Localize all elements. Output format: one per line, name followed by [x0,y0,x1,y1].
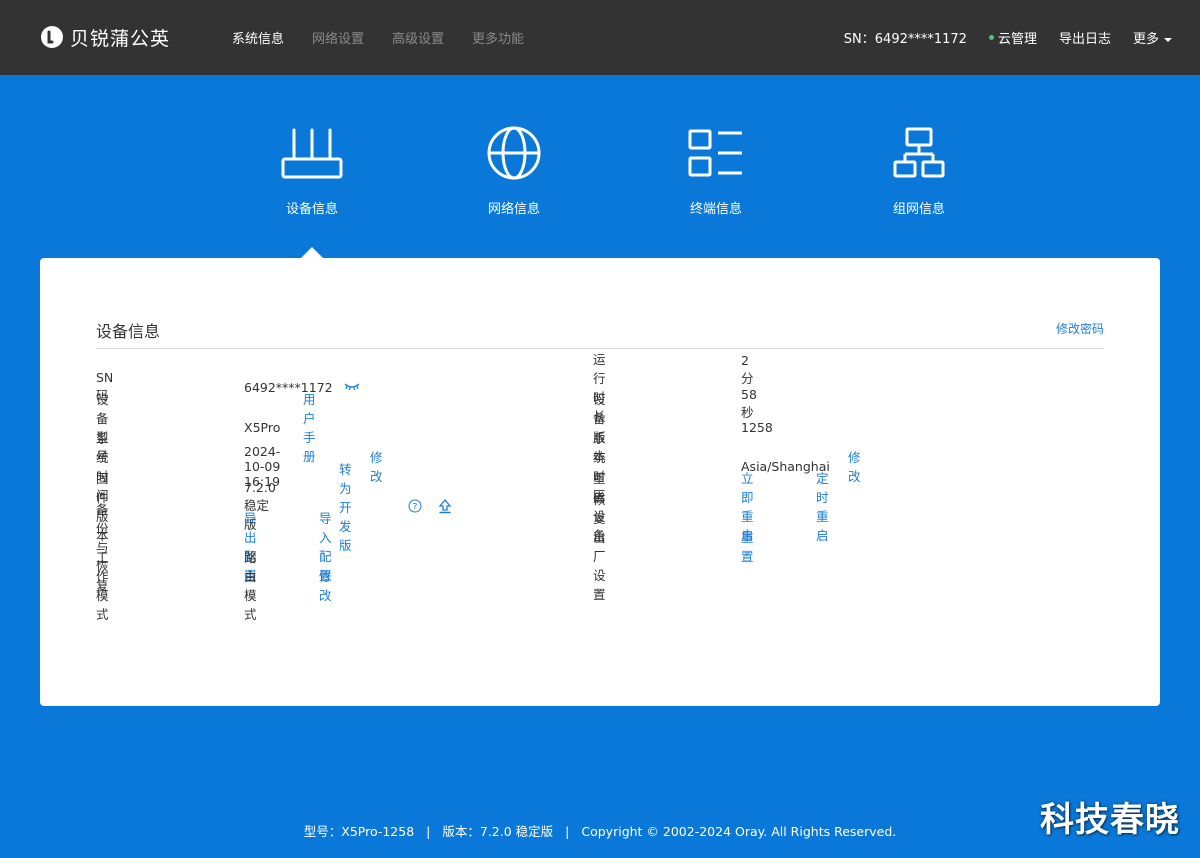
active-category-pointer [301,247,323,258]
more-menu[interactable]: 更多 [1133,28,1172,47]
uptime-value: 2分 58秒 [741,353,757,420]
category-label: 设备信息 [285,202,338,217]
nav-advanced-settings[interactable]: 高级设置 [392,28,444,47]
category-label: 网络信息 [487,202,540,217]
nav-system-info[interactable]: 系统信息 [232,28,284,47]
edit-timezone-link[interactable]: 修改 [848,447,861,485]
network-topology-icon [893,127,945,178]
category-network-info[interactable]: 网络信息 [444,126,584,217]
top-bar: 贝锐蒲公英 系统信息 网络设置 高级设置 更多功能 SN：6492****117… [0,0,1200,75]
reset-link[interactable]: 重置 [741,527,754,565]
caret-down-icon [1164,37,1172,42]
router-icon [281,128,343,179]
footer: 型号：X5Pro-1258 | 版本：7.2.0 稳定版 | Copyright © 2… [0,821,1200,840]
main-nav: 系统信息 网络设置 高级设置 更多功能 [232,28,524,47]
sn-display: SN：6492****1172 [843,32,967,47]
footer-copyright: Copyright © 2002-2024 Oray. All Rights R… [581,824,897,839]
category-device-info[interactable]: 设备信息 [242,126,382,217]
watermark: 科技春晓 [1040,800,1180,840]
upload-firmware-icon[interactable] [438,498,452,514]
globe-icon [487,126,541,180]
footer-separator: | [565,824,570,839]
online-status-dot [988,35,994,40]
factory-reset-label: 恢复出厂设置 [593,492,606,602]
footer-model: 型号：X5Pro-1258 [303,824,415,839]
sn-value: 6492****1172 [244,379,333,395]
list-icon [688,129,742,177]
nav-network-settings[interactable]: 网络设置 [312,28,364,47]
footer-separator: | [426,824,431,839]
logo[interactable]: 贝锐蒲公英 [40,24,170,50]
edit-time-link[interactable]: 修改 [370,447,383,485]
work-mode-label: 工作模式 [96,550,109,622]
hw-version-value: 1258 [741,419,773,435]
switch-dev-version-link[interactable]: 转为开发版 [339,459,352,554]
cloud-manage-link[interactable]: 云管理 [988,28,1037,47]
nav-more-features[interactable]: 更多功能 [472,28,524,47]
svg-text:?: ? [413,503,418,513]
edit-mode-link[interactable]: 修改 [319,566,332,604]
help-icon[interactable]: ? [408,499,422,513]
work-mode-value: 路由模式 [244,550,257,622]
category-label: 组网信息 [892,202,945,217]
more-label: 更多 [1132,32,1159,47]
export-log-link[interactable]: 导出日志 [1059,28,1111,47]
category-label: 终端信息 [689,202,742,217]
logo-text: 贝锐蒲公英 [70,27,171,50]
category-networking-info[interactable]: 组网信息 [849,126,989,217]
category-terminal-info[interactable]: 终端信息 [646,126,786,217]
device-info-card: 设备信息 修改密码 SN码 6492****1172 设备型号 X5Pro 用户… [40,258,1160,706]
model-value: X5Pro [244,419,281,435]
top-right-menu: SN：6492****1172 云管理 导出日志 更多 [844,28,1172,47]
user-manual-link[interactable]: 用户手册 [303,389,316,465]
card-title: 设备信息 [96,322,161,341]
scheduled-reboot-link[interactable]: 定时重启 [816,468,829,544]
eye-closed-icon[interactable] [344,381,360,391]
change-password-link[interactable]: 修改密码 [1056,320,1104,337]
logo-icon [41,26,63,48]
cloud-manage-label: 云管理 [997,32,1037,47]
footer-version: 版本：7.2.0 稳定版 [442,824,554,839]
